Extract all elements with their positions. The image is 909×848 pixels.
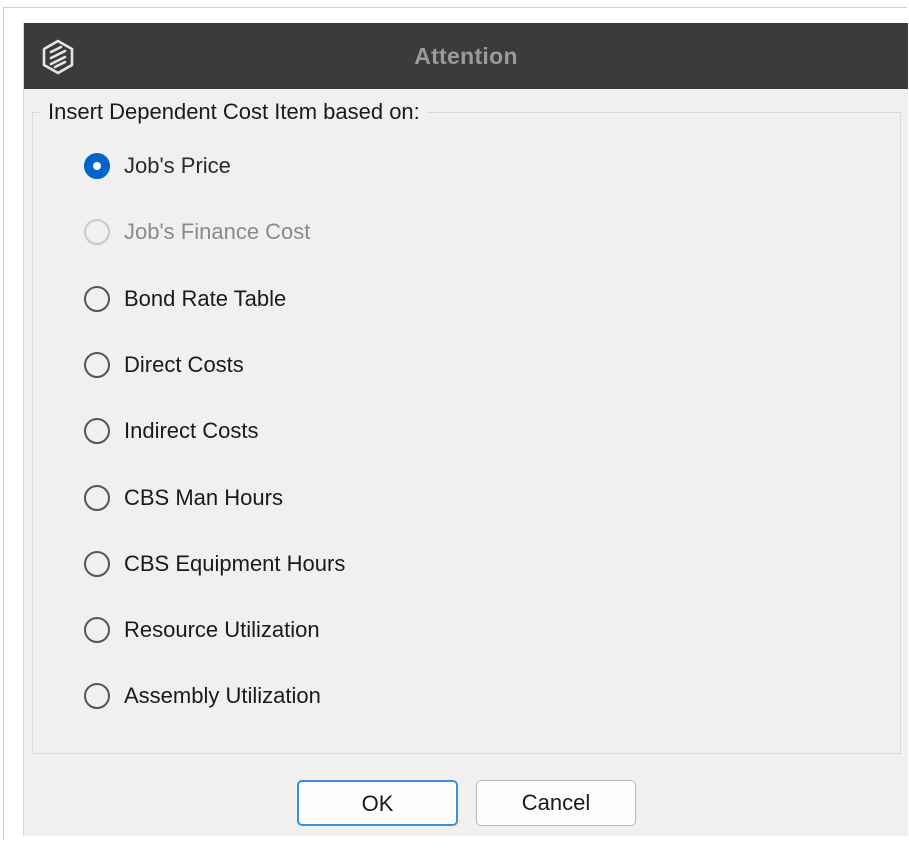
option-resource-utilization[interactable]: Resource Utilization (84, 610, 684, 650)
option-cbs-man-hours[interactable]: CBS Man Hours (84, 478, 684, 518)
radio-checked-icon[interactable] (84, 153, 110, 179)
ok-button[interactable]: OK (297, 780, 458, 826)
window-edge-left (3, 8, 4, 840)
option-group-legend: Insert Dependent Cost Item based on: (41, 97, 427, 127)
option-jobs-price[interactable]: Job's Price (84, 146, 684, 186)
option-label: Job's Finance Cost (124, 219, 311, 244)
option-label: Bond Rate Table (124, 286, 287, 311)
option-bond-rate-table[interactable]: Bond Rate Table (84, 279, 684, 319)
option-label: CBS Equipment Hours (124, 551, 346, 576)
window-edge-top (3, 7, 907, 8)
option-direct-costs[interactable]: Direct Costs (84, 345, 684, 385)
option-assembly-utilization[interactable]: Assembly Utilization (84, 676, 684, 716)
option-jobs-finance-cost: Job's Finance Cost (84, 212, 684, 252)
radio-unchecked-icon[interactable] (84, 418, 110, 444)
radio-unchecked-icon[interactable] (84, 683, 110, 709)
dialog-title: Attention (414, 43, 518, 69)
option-indirect-costs[interactable]: Indirect Costs (84, 411, 684, 451)
cancel-button[interactable]: Cancel (476, 780, 636, 826)
radio-unchecked-icon[interactable] (84, 617, 110, 643)
radio-unchecked-icon[interactable] (84, 485, 110, 511)
option-cbs-equipment-hours[interactable]: CBS Equipment Hours (84, 544, 684, 584)
option-label: Resource Utilization (124, 617, 320, 642)
option-label: CBS Man Hours (124, 485, 283, 510)
option-label: Indirect Costs (124, 418, 259, 443)
radio-unchecked-icon[interactable] (84, 551, 110, 577)
option-label: Assembly Utilization (124, 683, 321, 708)
option-label: Direct Costs (124, 352, 244, 377)
screen: Attention Insert Dependent Cost Item bas… (0, 0, 909, 848)
option-label: Job's Price (124, 153, 231, 178)
title-bar[interactable]: Attention (24, 23, 908, 89)
radio-unchecked-icon[interactable] (84, 352, 110, 378)
radio-unchecked-icon[interactable] (84, 286, 110, 312)
attention-dialog: Attention Insert Dependent Cost Item bas… (23, 23, 908, 836)
radio-disabled-icon (84, 219, 110, 245)
